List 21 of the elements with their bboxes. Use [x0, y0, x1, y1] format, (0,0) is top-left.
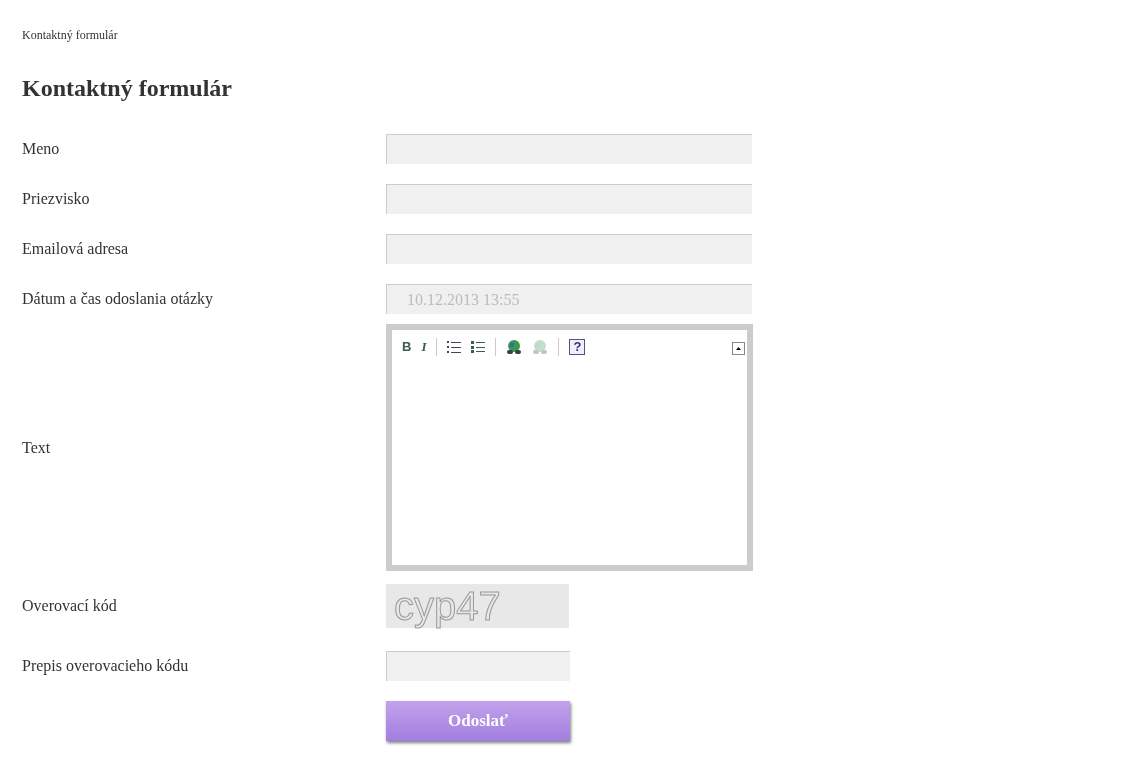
field-label: Overovací kód	[22, 596, 117, 616]
field-label: Dátum a čas odoslania otázky	[22, 289, 214, 309]
help-button[interactable]: ?	[569, 339, 586, 355]
up-triangle-icon	[736, 347, 741, 350]
text-editor[interactable]: B I ?	[386, 324, 753, 571]
collapse-button[interactable]	[732, 342, 745, 355]
breadcrumb: Kontaktný formulár	[22, 27, 118, 43]
input-field[interactable]	[386, 184, 752, 214]
field-label: Meno	[22, 139, 60, 159]
page-title: Kontaktný formulár	[22, 74, 232, 102]
input-field[interactable]	[386, 651, 570, 681]
input-field[interactable]	[386, 134, 752, 164]
input-field[interactable]	[386, 234, 752, 264]
bullet-list-icon[interactable]	[471, 341, 486, 353]
italic-button[interactable]: I	[421, 340, 427, 354]
bold-button[interactable]: B	[402, 340, 412, 354]
field-label: Prepis overovacieho kódu	[22, 656, 189, 676]
captcha-image: cyp47	[386, 584, 569, 628]
field-label: Emailová adresa	[22, 239, 129, 259]
field-label: Text	[22, 437, 51, 458]
field-label: Priezvisko	[22, 189, 90, 209]
